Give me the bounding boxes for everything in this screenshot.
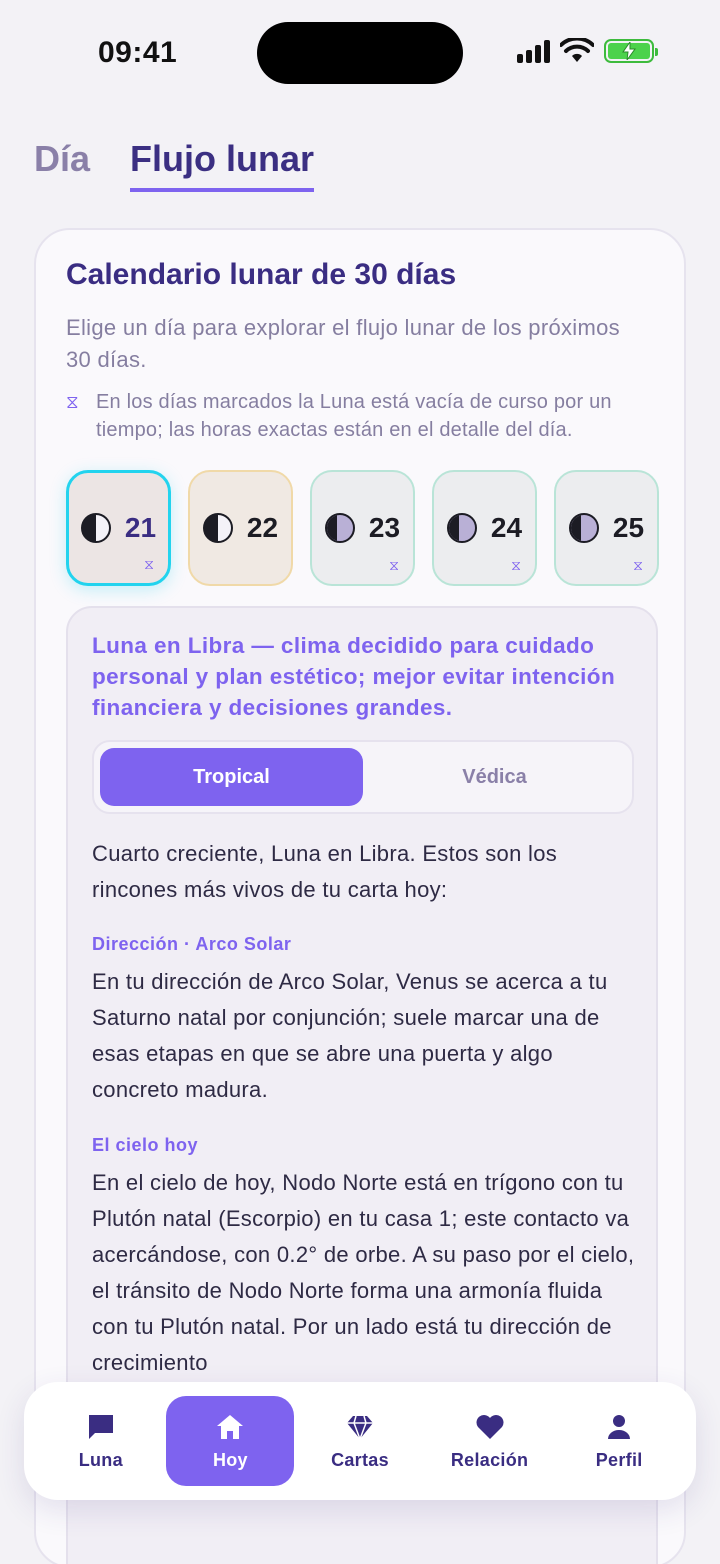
status-time: 09:41 xyxy=(98,36,178,69)
intro-text: Cuarto creciente, Luna en Libra. Estos s… xyxy=(92,841,558,902)
nav-cartas[interactable]: Cartas xyxy=(296,1396,424,1486)
day-number: 23 xyxy=(368,512,401,543)
card-subtitle: Elige un día para explorar el flujo luna… xyxy=(66,315,620,372)
waxing-gibbous-moon-icon xyxy=(324,513,355,543)
day-chip-25[interactable]: 25 ⧖ xyxy=(554,470,659,586)
battery-charging-icon xyxy=(604,39,658,63)
nav-perfil[interactable]: Perfil xyxy=(555,1396,683,1486)
day-chip-23[interactable]: 23 ⧖ xyxy=(310,470,415,586)
day-number: 21 xyxy=(124,512,157,543)
cellular-signal-icon xyxy=(517,39,550,63)
home-icon xyxy=(215,1412,245,1442)
section-text: En el cielo de hoy, Nodo Norte está en t… xyxy=(92,1170,635,1375)
day-number: 24 xyxy=(490,512,523,543)
day-number: 22 xyxy=(246,512,279,543)
first-quarter-moon-icon xyxy=(80,513,111,543)
bottom-navigation: Luna Hoy Cartas Relación Perfil xyxy=(24,1382,696,1500)
hourglass-icon: ⧖ xyxy=(389,557,399,573)
section-text: En tu dirección de Arco Solar, Venus se … xyxy=(92,969,608,1102)
vedic-button[interactable]: Védica xyxy=(363,748,626,806)
dynamic-island xyxy=(257,22,463,84)
hourglass-icon: ⧖ xyxy=(66,392,79,412)
nav-label: Luna xyxy=(78,1449,123,1470)
chat-icon xyxy=(86,1412,116,1442)
section-label: El cielo hoy xyxy=(92,1135,199,1155)
nav-label: Relación xyxy=(450,1449,529,1470)
diamond-icon xyxy=(345,1412,375,1442)
hourglass-icon: ⧖ xyxy=(633,557,643,573)
void-note-text: En los días marcados la Luna está vacía … xyxy=(96,391,612,441)
day-number: 25 xyxy=(612,512,645,543)
user-icon xyxy=(604,1412,634,1442)
nav-relacion[interactable]: Relación xyxy=(426,1396,554,1486)
waxing-gibbous-moon-icon xyxy=(568,513,599,543)
day-chip-21[interactable]: 21 ⧖ xyxy=(66,470,171,586)
nav-hoy[interactable]: Hoy xyxy=(166,1396,295,1486)
status-bar: 09:41 xyxy=(0,0,720,110)
waxing-gibbous-moon-icon xyxy=(446,513,477,543)
first-quarter-moon-icon xyxy=(202,513,233,543)
section-label: Dirección · Arco Solar xyxy=(92,934,292,954)
void-of-course-note: ⧖ En los días marcados la Luna está vací… xyxy=(66,388,666,444)
nav-label: Hoy xyxy=(212,1449,248,1470)
wifi-icon xyxy=(560,38,594,62)
top-tabs: Día Flujo lunar xyxy=(34,138,315,192)
day-selector: 21 ⧖ 22 23 ⧖ 24 ⧖ 25 ⧖ xyxy=(66,470,659,586)
day-chip-24[interactable]: 24 ⧖ xyxy=(432,470,537,586)
status-icons xyxy=(517,38,658,64)
hourglass-icon: ⧖ xyxy=(511,557,521,573)
zodiac-system-toggle: Tropical Védica xyxy=(92,740,634,814)
tab-dia[interactable]: Día xyxy=(34,138,90,192)
day-headline: Luna en Libra — clima decidido para cuid… xyxy=(92,633,616,720)
nav-luna[interactable]: Luna xyxy=(37,1396,165,1486)
hourglass-icon: ⧖ xyxy=(144,556,154,572)
tab-flujo-lunar[interactable]: Flujo lunar xyxy=(130,138,315,192)
day-chip-22[interactable]: 22 xyxy=(188,470,293,586)
tropical-button[interactable]: Tropical xyxy=(100,748,363,806)
lunar-calendar-card: Calendario lunar de 30 días Elige un día… xyxy=(34,228,686,1564)
heart-icon xyxy=(475,1412,505,1442)
card-title: Calendario lunar de 30 días xyxy=(66,258,457,291)
nav-label: Perfil xyxy=(595,1449,643,1470)
nav-label: Cartas xyxy=(331,1449,389,1470)
